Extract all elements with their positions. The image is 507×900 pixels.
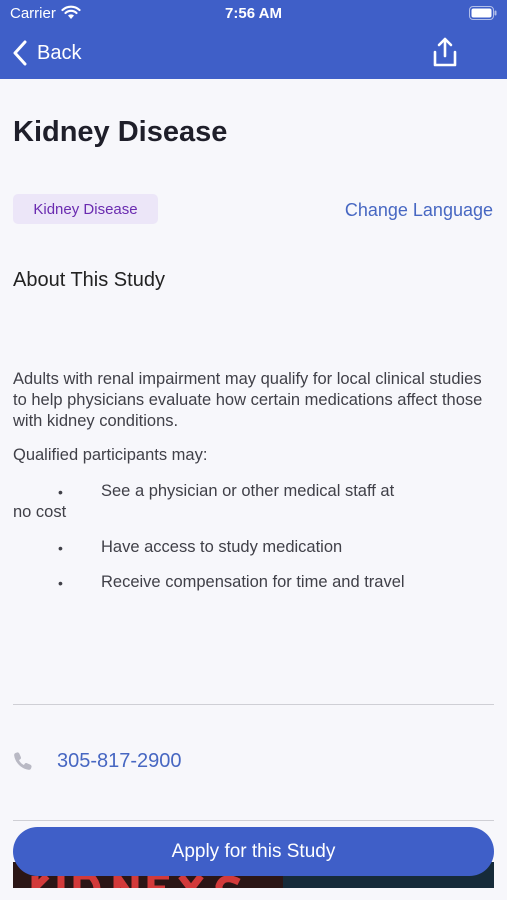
apply-button[interactable]: Apply for this Study — [13, 827, 494, 876]
share-icon[interactable] — [431, 36, 459, 68]
change-language-link[interactable]: Change Language — [345, 200, 493, 221]
phone-number-link[interactable]: 305-817-2900 — [57, 750, 182, 773]
bullet-dot: • — [58, 575, 63, 591]
status-bar: Carrier 7:56 AM — [0, 0, 507, 28]
header-bar: Carrier 7:56 AM Back — [0, 0, 507, 79]
study-description: Adults with renal impairment may qualify… — [13, 370, 483, 430]
status-time: 7:56 AM — [225, 5, 282, 22]
nav-bar: Back — [0, 30, 507, 76]
condition-tag: Kidney Disease — [13, 194, 158, 224]
benefit-item: Have access to study medication — [101, 538, 343, 556]
battery-icon — [469, 6, 497, 20]
back-chevron-icon — [13, 40, 27, 66]
back-label: Back — [37, 41, 82, 64]
divider — [13, 704, 494, 705]
benefit-item-continued: no cost — [13, 503, 67, 521]
about-heading: About This Study — [13, 269, 165, 291]
page-title: Kidney Disease — [13, 116, 228, 148]
benefit-item: See a physician or other medical staff a… — [101, 482, 395, 500]
bullet-dot: • — [58, 484, 63, 500]
bullet-dot: • — [58, 540, 63, 556]
back-button[interactable]: Back — [12, 38, 81, 68]
divider — [13, 820, 494, 821]
qualified-intro: Qualified participants may: — [13, 446, 208, 464]
phone-icon — [14, 752, 32, 770]
benefit-item: Receive compensation for time and travel — [101, 573, 405, 591]
